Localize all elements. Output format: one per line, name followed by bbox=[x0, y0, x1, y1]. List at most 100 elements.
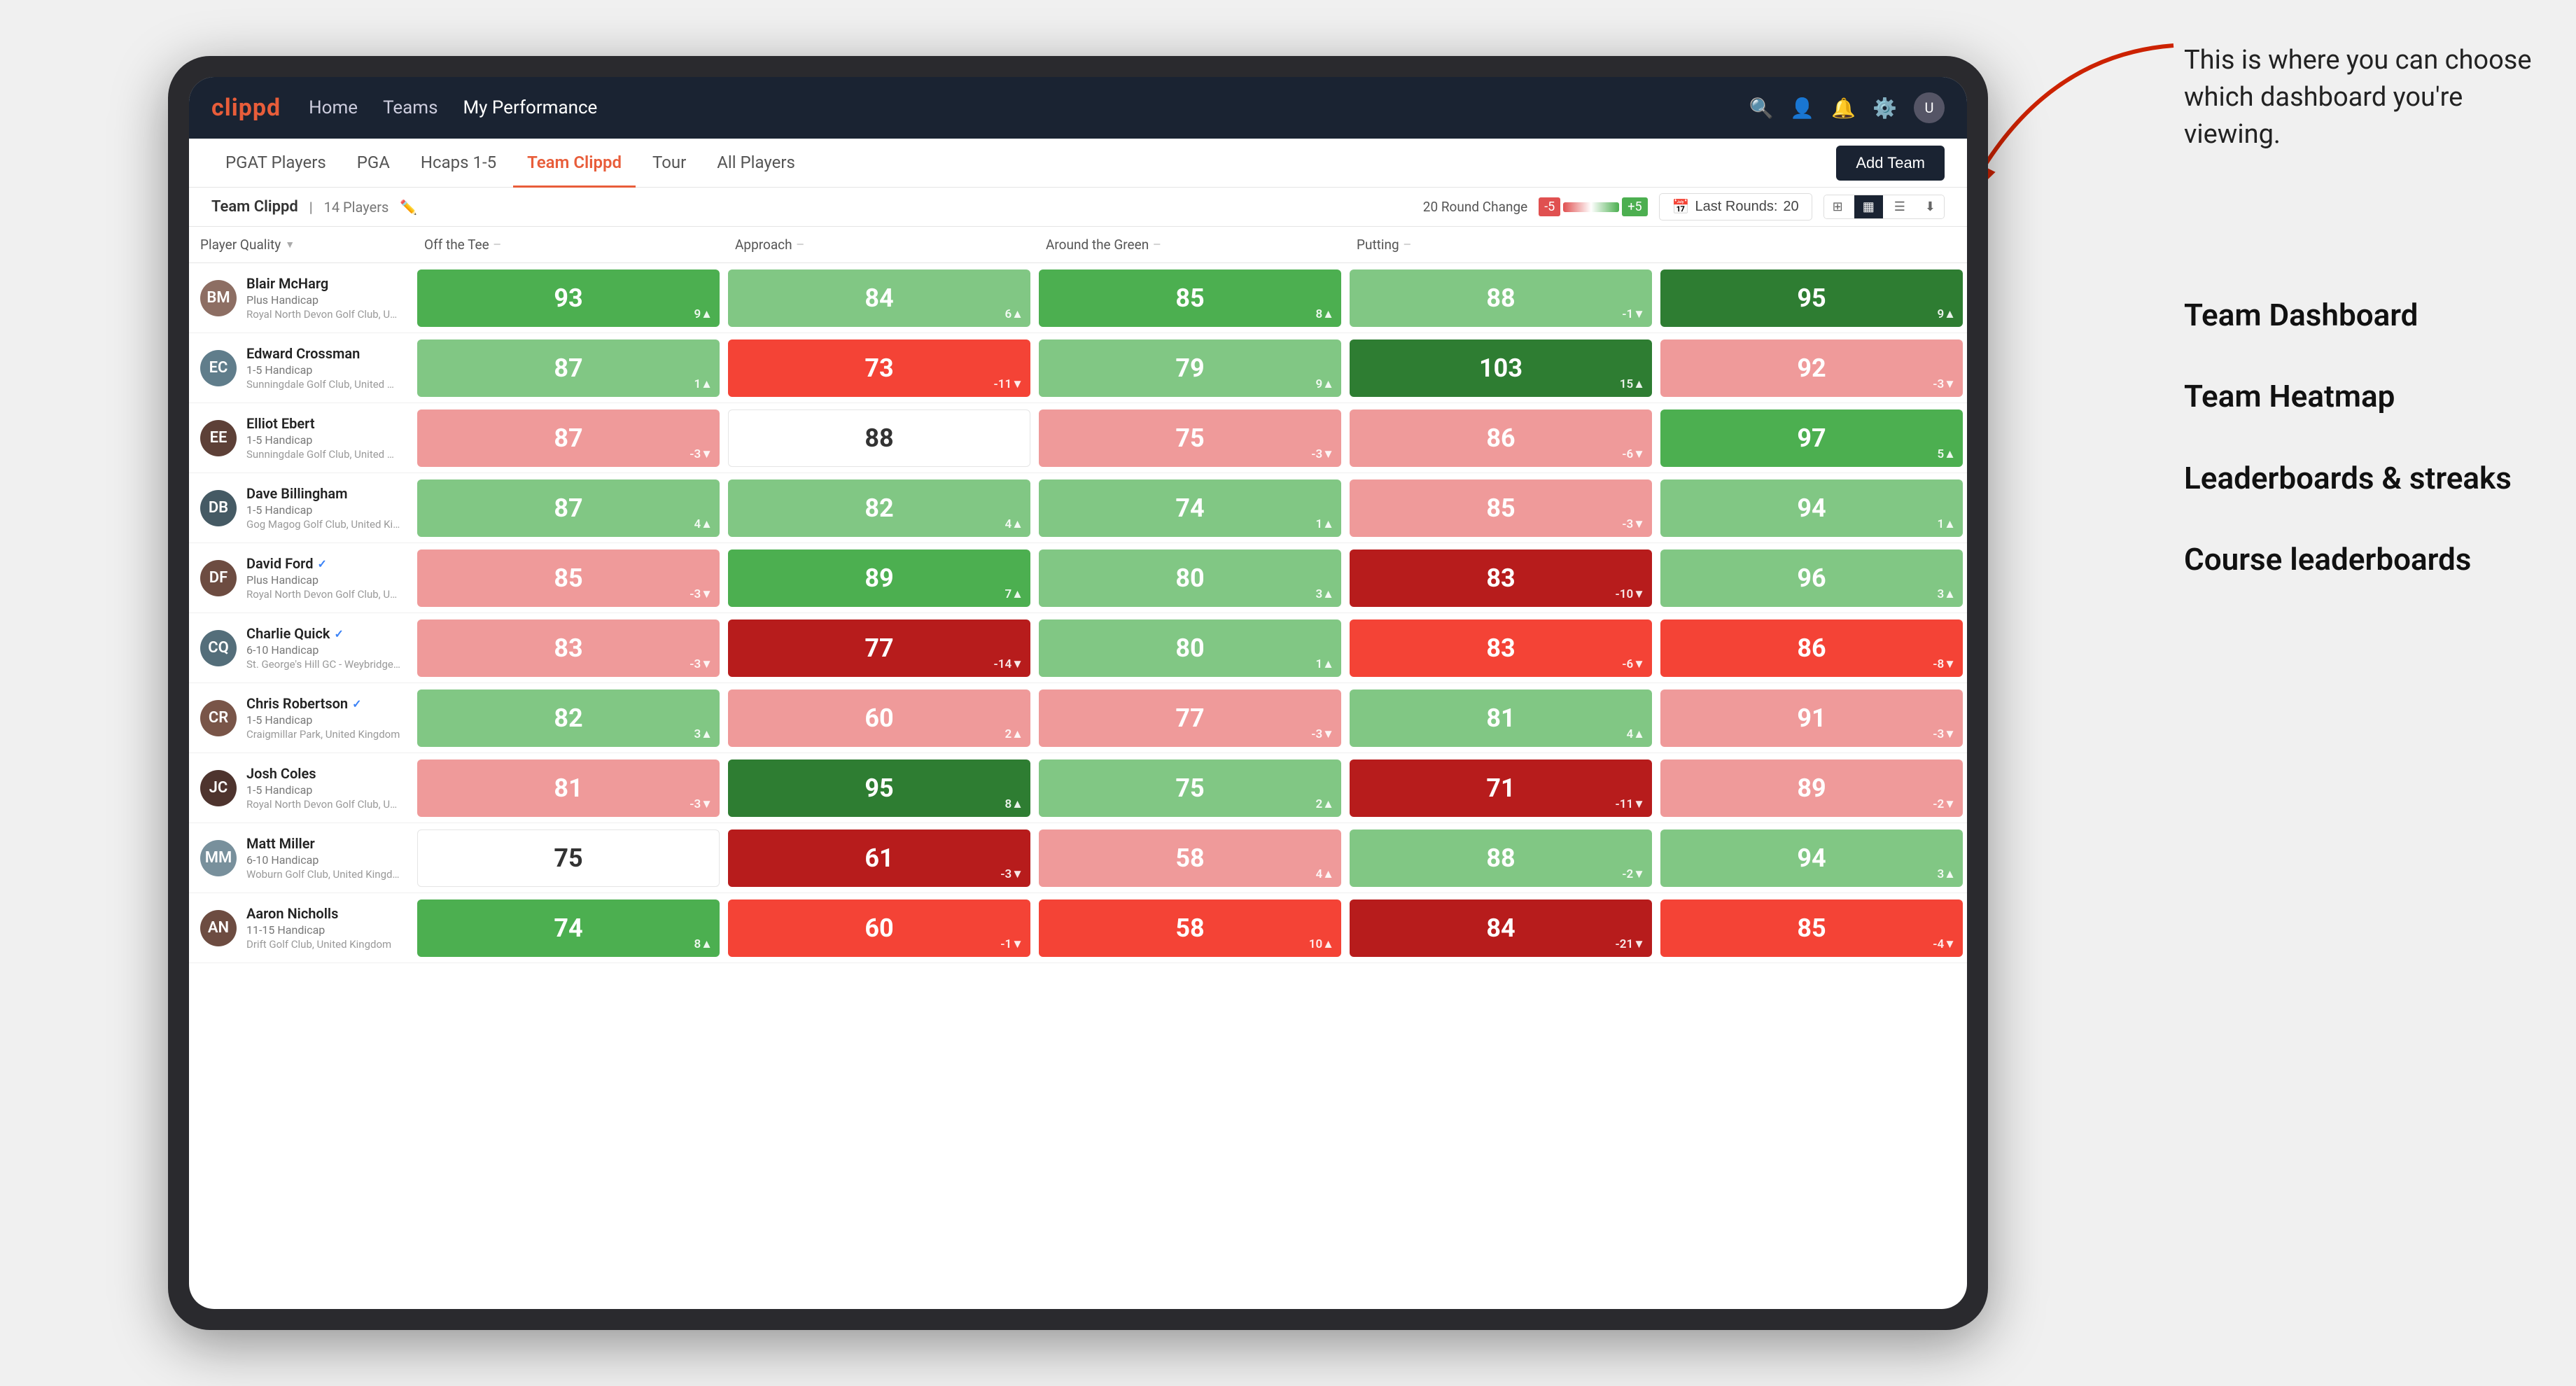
settings-icon[interactable]: ⚙️ bbox=[1872, 97, 1897, 120]
score-cell: 803▲ bbox=[1039, 550, 1341, 607]
edit-team-icon[interactable]: ✏️ bbox=[400, 199, 417, 216]
score-cell: 941▲ bbox=[1660, 479, 1963, 537]
player-info[interactable]: JCJosh Coles1-5 HandicapRoyal North Devo… bbox=[189, 757, 413, 819]
player-info[interactable]: CRChris Robertson✓1-5 HandicapCraigmilla… bbox=[189, 687, 413, 749]
tab-hcaps[interactable]: Hcaps 1-5 bbox=[407, 139, 510, 188]
badge-high: +5 bbox=[1622, 197, 1647, 216]
tabs-list: PGAT Players PGA Hcaps 1-5 Team Clippd T… bbox=[211, 139, 809, 187]
score-value: 87 bbox=[554, 493, 582, 523]
score-value: 73 bbox=[864, 354, 893, 383]
player-details: Charlie Quick✓6-10 HandicapSt. George's … bbox=[246, 625, 400, 671]
add-team-button[interactable]: Add Team bbox=[1836, 146, 1945, 181]
table-row: EEElliot Ebert1-5 HandicapSunningdale Go… bbox=[189, 403, 1967, 473]
score-cell: 77-3▼ bbox=[1039, 690, 1341, 747]
player-name: Chris Robertson✓ bbox=[246, 695, 400, 712]
player-handicap: 11-15 Handicap bbox=[246, 923, 391, 937]
annotation-item: Leaderboards & streaks bbox=[2184, 457, 2548, 500]
score-cell: 748▲ bbox=[417, 899, 720, 957]
score-change: 1▲ bbox=[1315, 517, 1334, 531]
score-value: 87 bbox=[554, 424, 582, 453]
sort-arrow-tee[interactable]: — bbox=[493, 239, 501, 251]
score-value: 77 bbox=[1175, 704, 1204, 733]
score-value: 74 bbox=[554, 913, 582, 943]
score-value: 85 bbox=[1486, 493, 1515, 523]
player-handicap: 6-10 Handicap bbox=[246, 643, 400, 657]
last-rounds-value: 20 bbox=[1783, 199, 1798, 215]
player-name: Dave Billingham bbox=[246, 485, 400, 502]
score-value: 94 bbox=[1797, 493, 1826, 523]
score-change: -3▼ bbox=[690, 447, 713, 461]
view-list-btn[interactable]: ☰ bbox=[1886, 195, 1914, 218]
player-info[interactable]: ECEdward Crossman1-5 HandicapSunningdale… bbox=[189, 337, 413, 399]
view-download-btn[interactable]: ⬇ bbox=[1917, 195, 1944, 218]
player-name: Elliot Ebert bbox=[246, 415, 400, 432]
score-value: 92 bbox=[1797, 354, 1826, 383]
avatar[interactable]: U bbox=[1914, 92, 1945, 123]
player-details: Blair McHargPlus HandicapRoyal North Dev… bbox=[246, 275, 400, 321]
last-rounds-button[interactable]: 📅 Last Rounds: 20 bbox=[1659, 193, 1812, 220]
annotation-area: This is where you can choose which dashb… bbox=[2184, 42, 2548, 620]
score-cell: 85-3▼ bbox=[417, 550, 720, 607]
person-icon[interactable]: 👤 bbox=[1790, 97, 1814, 120]
search-icon[interactable]: 🔍 bbox=[1749, 97, 1774, 120]
verified-icon: ✓ bbox=[352, 697, 361, 710]
tab-all-players[interactable]: All Players bbox=[703, 139, 809, 188]
score-change: 4▲ bbox=[1004, 517, 1023, 531]
tab-tour[interactable]: Tour bbox=[638, 139, 700, 188]
player-info[interactable]: DFDavid Ford✓Plus HandicapRoyal North De… bbox=[189, 547, 413, 609]
player-info[interactable]: DBDave Billingham1-5 HandicapGog Magog G… bbox=[189, 477, 413, 539]
main-content: Player Quality ▼ Off the Tee — Approach … bbox=[189, 227, 1967, 1309]
player-club: Gog Magog Golf Club, United Kingdom bbox=[246, 518, 400, 531]
bell-icon[interactable]: 🔔 bbox=[1831, 97, 1856, 120]
player-club: Craigmillar Park, United Kingdom bbox=[246, 728, 400, 741]
sort-arrow-approach[interactable]: — bbox=[797, 239, 804, 251]
score-value: 85 bbox=[1175, 284, 1204, 313]
tablet-screen: clippd Home Teams My Performance 🔍 👤 🔔 ⚙… bbox=[189, 77, 1967, 1309]
score-value: 71 bbox=[1486, 774, 1515, 803]
sort-arrow-putting[interactable]: — bbox=[1404, 239, 1411, 251]
score-cell: 958▲ bbox=[728, 760, 1030, 817]
tab-team-clippd[interactable]: Team Clippd bbox=[513, 139, 636, 188]
nav-my-performance[interactable]: My Performance bbox=[463, 94, 597, 121]
nav-teams[interactable]: Teams bbox=[383, 94, 438, 121]
score-change: 6▲ bbox=[1004, 307, 1023, 321]
player-info[interactable]: ANAaron Nicholls11-15 HandicapDrift Golf… bbox=[189, 897, 413, 959]
avatar: CR bbox=[200, 700, 237, 736]
sort-arrow-green[interactable]: — bbox=[1153, 239, 1161, 251]
score-change: -11▼ bbox=[1616, 797, 1645, 811]
view-toggle: ⊞ ▦ ☰ ⬇ bbox=[1823, 195, 1945, 219]
score-value: 75 bbox=[554, 844, 582, 873]
score-change: 7▲ bbox=[1004, 587, 1023, 601]
score-cell: 846▲ bbox=[728, 270, 1030, 327]
tab-pgat-players[interactable]: PGAT Players bbox=[211, 139, 340, 188]
score-cell: 897▲ bbox=[728, 550, 1030, 607]
table-row: DFDavid Ford✓Plus HandicapRoyal North De… bbox=[189, 543, 1967, 613]
score-value: 87 bbox=[554, 354, 582, 383]
view-grid-btn[interactable]: ⊞ bbox=[1824, 195, 1851, 218]
player-info[interactable]: CQCharlie Quick✓6-10 HandicapSt. George'… bbox=[189, 617, 413, 679]
score-cell: 602▲ bbox=[728, 690, 1030, 747]
score-value: 85 bbox=[1797, 913, 1826, 943]
tab-pga[interactable]: PGA bbox=[343, 139, 404, 188]
view-heatmap-btn[interactable]: ▦ bbox=[1854, 195, 1883, 218]
score-cell: 91-3▼ bbox=[1660, 690, 1963, 747]
avatar: MM bbox=[200, 840, 237, 876]
annotation-items-list: Team DashboardTeam HeatmapLeaderboards &… bbox=[2184, 294, 2548, 582]
player-info[interactable]: MMMatt Miller6-10 HandicapWoburn Golf Cl… bbox=[189, 827, 413, 889]
score-value: 75 bbox=[1175, 774, 1204, 803]
avatar: AN bbox=[200, 910, 237, 946]
score-change: -3▼ bbox=[1933, 377, 1956, 391]
player-info[interactable]: BMBlair McHargPlus HandicapRoyal North D… bbox=[189, 267, 413, 329]
gradient-bar bbox=[1563, 202, 1619, 212]
player-info[interactable]: EEElliot Ebert1-5 HandicapSunningdale Go… bbox=[189, 407, 413, 469]
sort-arrow[interactable]: ▼ bbox=[285, 239, 295, 251]
score-cell: 963▲ bbox=[1660, 550, 1963, 607]
score-change: -3▼ bbox=[690, 587, 713, 601]
score-change: -1▼ bbox=[1000, 937, 1023, 951]
score-change: -4▼ bbox=[1933, 937, 1956, 951]
score-cell: 84-21▼ bbox=[1350, 899, 1652, 957]
nav-home[interactable]: Home bbox=[309, 94, 358, 121]
score-cell: 10315▲ bbox=[1350, 340, 1652, 397]
annotation-intro: This is where you can choose which dashb… bbox=[2184, 42, 2548, 154]
player-details: Elliot Ebert1-5 HandicapSunningdale Golf… bbox=[246, 415, 400, 461]
